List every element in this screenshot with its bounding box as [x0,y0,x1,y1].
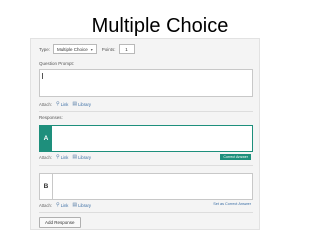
attach-link-button[interactable]: ⚲ Link [56,202,68,208]
attach-library-button[interactable]: ▤ Library [72,101,91,107]
attach-library-label: Library [78,101,91,107]
attach-label: Attach: [39,202,53,208]
response-b-attach-row: Attach: ⚲ Link ▤ Library [39,201,95,209]
response-letter: A [40,126,52,151]
attach-link-label: Link [60,202,69,208]
points-label: Points: [101,46,116,52]
question-prompt-input[interactable] [39,69,253,97]
slide-title: Multiple Choice [91,15,229,37]
points-input[interactable]: 1 [118,44,135,54]
link-icon: ⚲ [56,101,60,107]
responses-label: Responses: [39,115,63,120]
link-icon: ⚲ [56,202,60,208]
divider [39,165,253,166]
attach-library-button[interactable]: ▤ Library [72,154,91,160]
add-response-button[interactable]: Add Response [39,217,81,228]
attach-label: Attach: [39,101,53,107]
type-row: Type: Multiple Choice ▾ Points: 1 [39,44,135,54]
link-icon: ⚲ [56,154,60,160]
response-a[interactable]: A [39,125,253,152]
library-icon: ▤ [72,154,78,160]
library-icon: ▤ [72,202,78,208]
type-select-value: Multiple Choice [57,46,88,52]
attach-library-label: Library [78,202,91,208]
response-a-attach-row: Attach: ⚲ Link ▤ Library [39,153,95,161]
points-value: 1 [125,46,128,52]
attach-library-label: Library [78,154,91,160]
type-select[interactable]: Multiple Choice ▾ [53,44,97,54]
attach-label: Attach: [39,154,53,160]
response-b[interactable]: B [39,173,253,200]
attach-link-label: Link [60,154,69,160]
type-label: Type: [39,46,51,52]
set-correct-answer-link[interactable]: Set as Correct Answer [213,202,251,206]
attach-link-button[interactable]: ⚲ Link [56,154,68,160]
attach-link-button[interactable]: ⚲ Link [56,101,68,107]
response-letter: B [40,174,53,199]
question-attach-row: Attach: ⚲ Link ▤ Library [39,100,95,108]
divider [39,212,253,213]
question-editor: Type: Multiple Choice ▾ Points: 1 Questi… [30,38,260,230]
attach-library-button[interactable]: ▤ Library [72,202,91,208]
question-prompt-label: Question Prompt: [39,61,75,66]
library-icon: ▤ [72,101,78,107]
text-cursor [42,73,43,79]
attach-link-label: Link [60,101,69,107]
chevron-down-icon: ▾ [90,46,93,52]
correct-answer-badge: Correct Answer [220,154,251,160]
divider [39,111,253,112]
